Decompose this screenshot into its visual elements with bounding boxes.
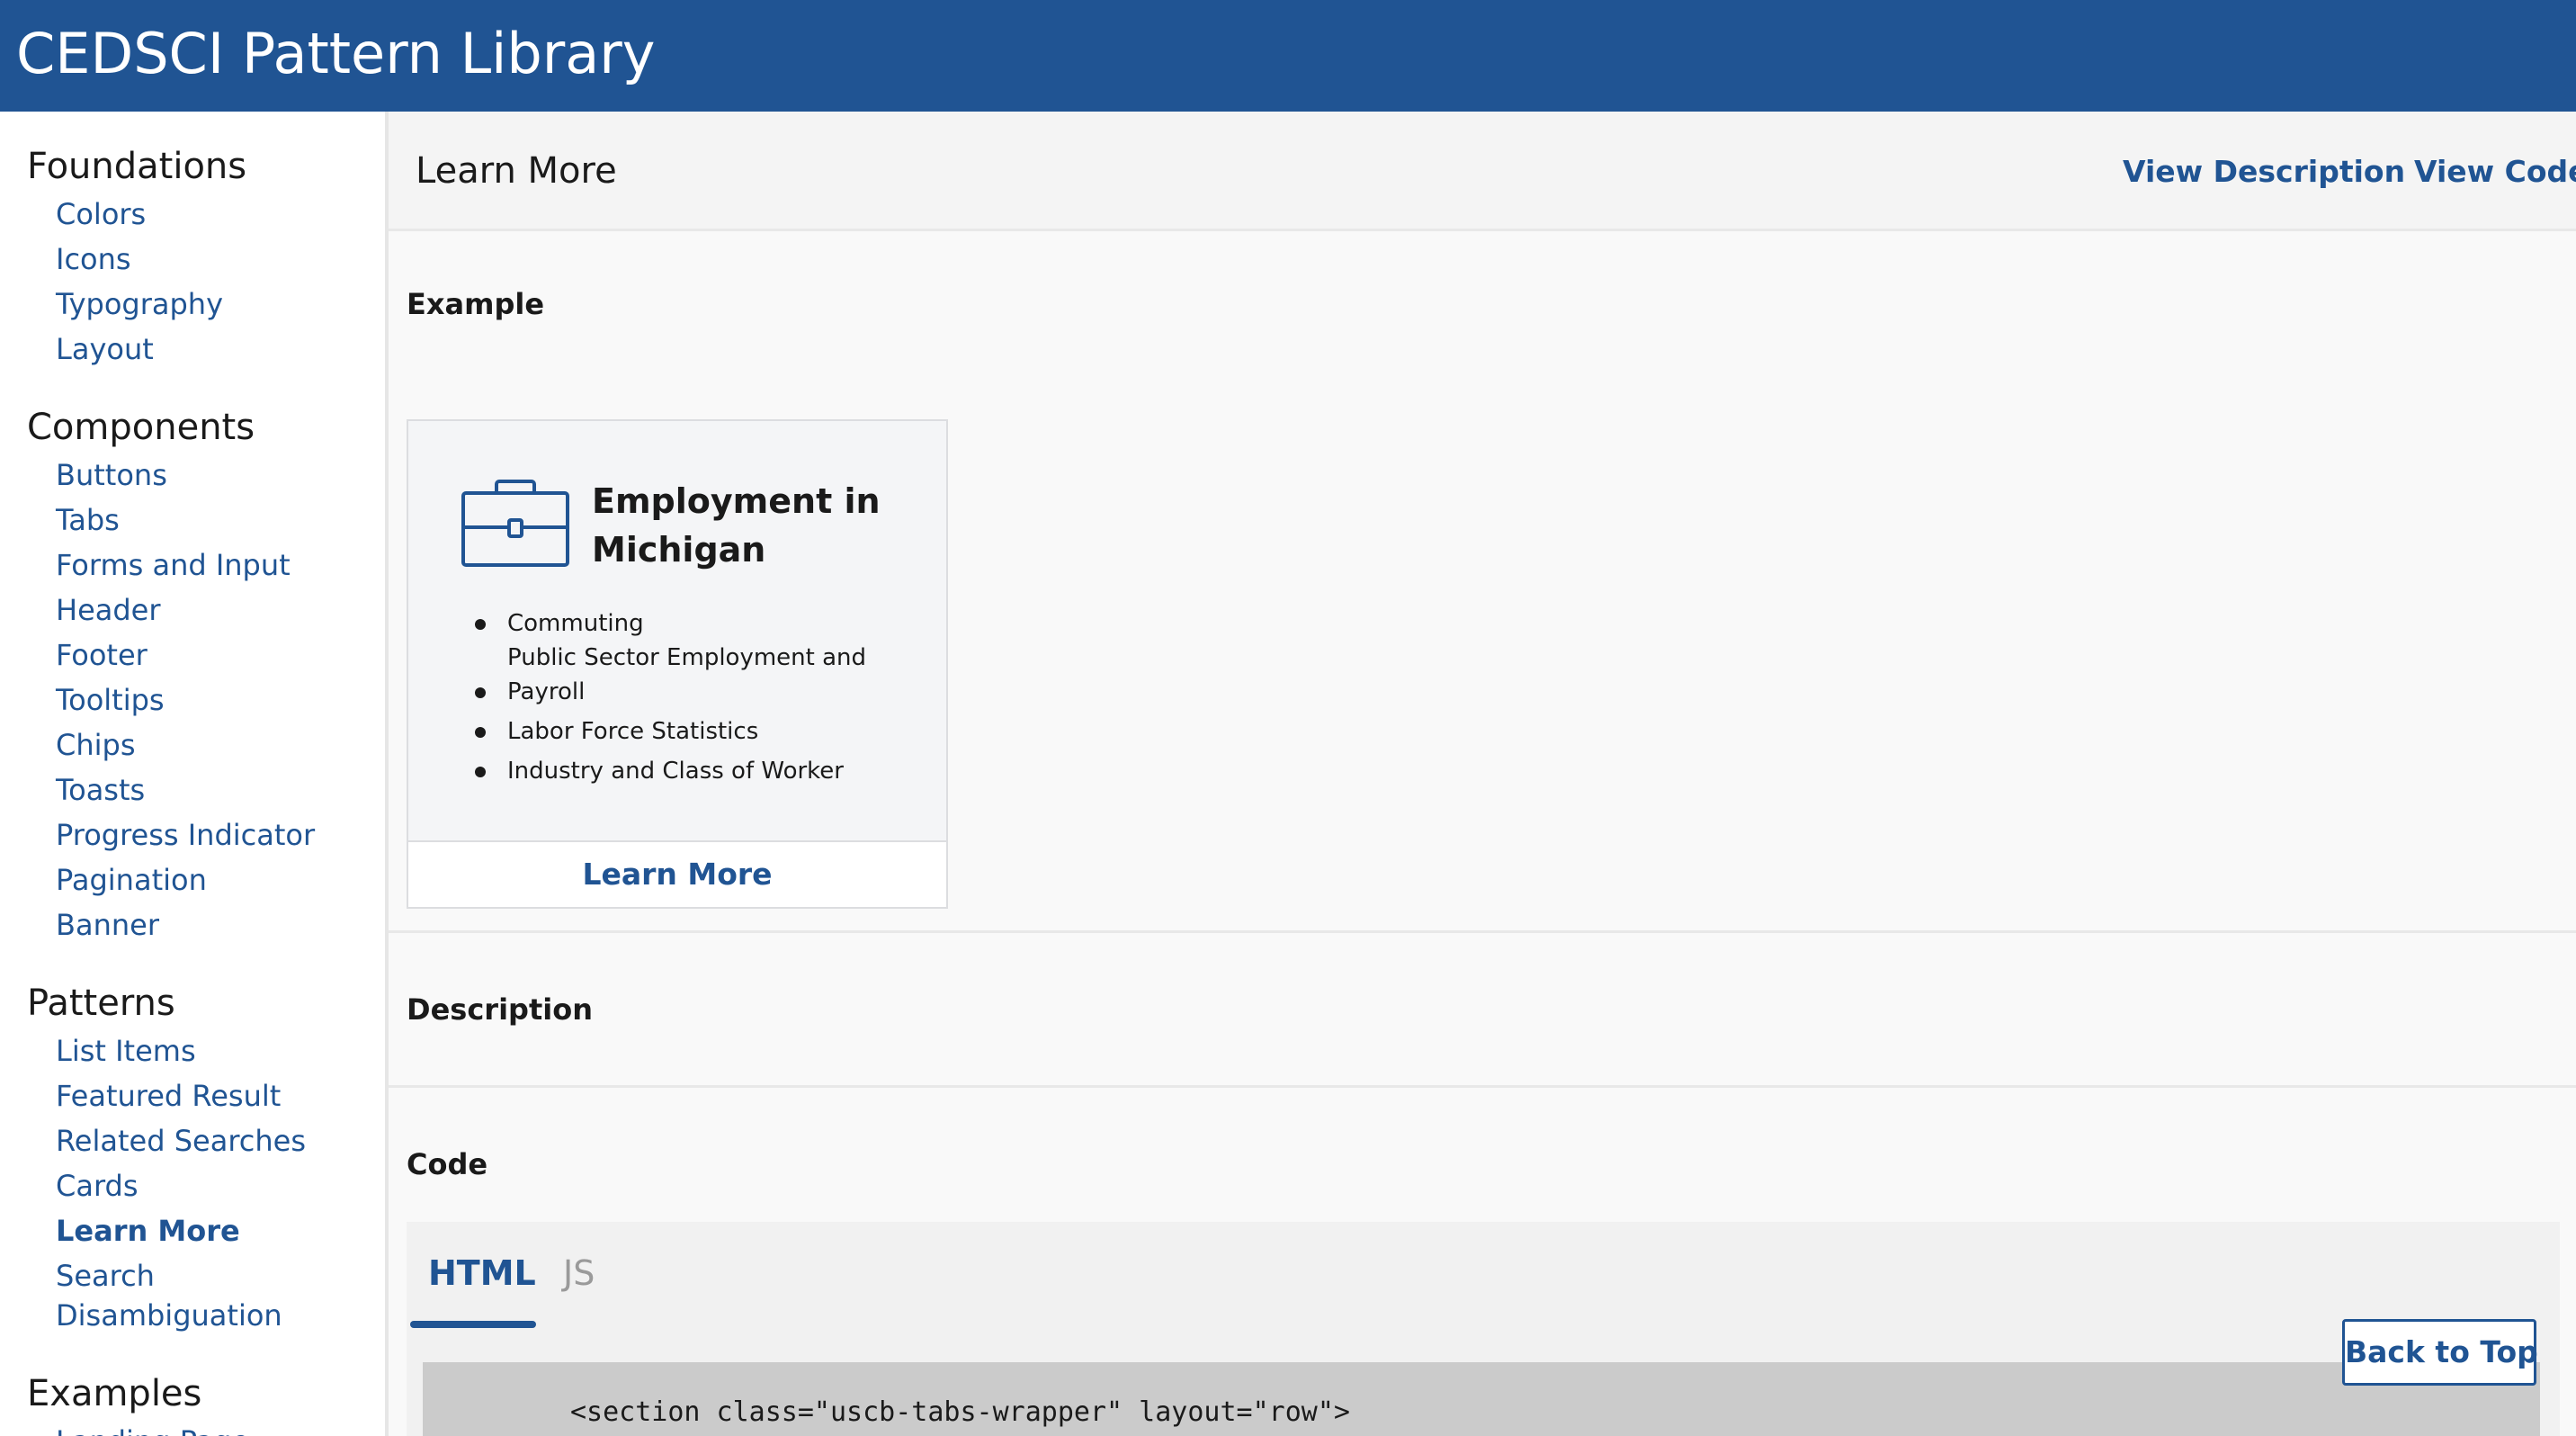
nav-item-pagination[interactable]: Pagination — [56, 860, 207, 900]
nav-item-tooltips[interactable]: Tooltips — [56, 680, 165, 720]
card-footer: Learn More — [408, 840, 946, 907]
list-item: Payroll — [473, 675, 887, 709]
tab-js[interactable]: JS — [563, 1249, 595, 1297]
example-heading: Example — [407, 287, 545, 321]
nav-item-search[interactable]: Search — [56, 1256, 155, 1296]
nav-item-buttons[interactable]: Buttons — [56, 455, 167, 495]
nav-item-colors[interactable]: Colors — [56, 194, 146, 234]
main-content: Learn More View Description View Code Ex… — [389, 112, 2576, 1436]
nav-item-footer[interactable]: Footer — [56, 635, 148, 675]
code-panel: HTML JS <section class="uscb-tabs-wrappe… — [407, 1222, 2560, 1436]
nav-heading-examples: Examples — [27, 1373, 202, 1414]
list-item: Labor Force Statistics — [473, 714, 887, 749]
page-title: Learn More — [416, 150, 617, 192]
list-item-label: Commuting — [507, 610, 644, 637]
nav-item-cards[interactable]: Cards — [56, 1166, 139, 1206]
active-tab-indicator — [410, 1321, 536, 1328]
tab-html[interactable]: HTML — [428, 1249, 536, 1297]
list-item-label: Public Sector Employment and — [507, 644, 867, 671]
nav-item-icons[interactable]: Icons — [56, 239, 131, 279]
page-header: Learn More View Description View Code — [389, 112, 2576, 231]
card-learn-more-link[interactable]: Learn More — [582, 855, 772, 894]
card-title: Employment in Michigan — [592, 481, 881, 570]
nav-item-layout[interactable]: Layout — [56, 329, 154, 369]
nav-item-typography[interactable]: Typography — [56, 284, 223, 324]
nav-heading-foundations: Foundations — [27, 146, 247, 187]
list-item-label: Industry and Class of Worker — [507, 758, 844, 785]
nav-item-featured-result[interactable]: Featured Result — [56, 1076, 281, 1116]
nav-item-header[interactable]: Header — [56, 590, 161, 630]
nav-heading-components: Components — [27, 407, 255, 448]
code-block: <section class="uscb-tabs-wrapper" layou… — [423, 1362, 2540, 1436]
list-item: Industry and Class of Worker — [473, 754, 887, 788]
list-item: Commuting — [473, 606, 887, 641]
bullet-icon — [475, 727, 486, 738]
list-item: Public Sector Employment and — [473, 641, 887, 675]
nav-item-banner[interactable]: Banner — [56, 905, 159, 945]
nav-item-learn-more[interactable]: Learn More — [56, 1211, 240, 1251]
bullet-icon — [475, 687, 486, 698]
briefcase-icon — [461, 480, 569, 567]
section-divider — [389, 1085, 2576, 1088]
section-divider — [389, 930, 2576, 933]
list-item-label: Labor Force Statistics — [507, 718, 759, 745]
description-heading: Description — [407, 992, 593, 1027]
list-item-label: Payroll — [507, 678, 586, 705]
nav-item-related-searches[interactable]: Related Searches — [56, 1121, 306, 1161]
bullet-icon — [475, 767, 486, 777]
app-title: CEDSCI Pattern Library — [16, 21, 656, 86]
nav-item-list-items[interactable]: List Items — [56, 1031, 196, 1071]
back-to-top-button[interactable]: Back to Top — [2342, 1319, 2538, 1386]
code-line: <section class="uscb-tabs-wrapper" layou… — [570, 1396, 1350, 1428]
nav-item-progress-indicator[interactable]: Progress Indicator — [56, 815, 315, 855]
code-heading: Code — [407, 1147, 488, 1181]
sidebar: Foundations Colors Icons Typography Layo… — [0, 112, 389, 1436]
bullet-icon — [475, 619, 486, 630]
nav-item-landing-page[interactable]: Landing Page — [56, 1422, 249, 1436]
nav-item-disambiguation[interactable]: Disambiguation — [56, 1296, 282, 1335]
card-topic-list: Commuting Public Sector Employment and P… — [473, 606, 887, 794]
top-bar: CEDSCI Pattern Library — [0, 0, 2576, 112]
nav-item-tabs[interactable]: Tabs — [56, 500, 120, 540]
learn-more-card: Employment in Michigan Commuting Public … — [407, 419, 948, 909]
view-code-link[interactable]: View Code — [2414, 151, 2576, 193]
nav-heading-patterns: Patterns — [27, 983, 175, 1024]
nav-item-toasts[interactable]: Toasts — [56, 770, 145, 810]
view-description-link[interactable]: View Description — [2123, 151, 2405, 193]
nav-item-chips[interactable]: Chips — [56, 725, 136, 765]
nav-item-forms-and-input[interactable]: Forms and Input — [56, 545, 291, 585]
